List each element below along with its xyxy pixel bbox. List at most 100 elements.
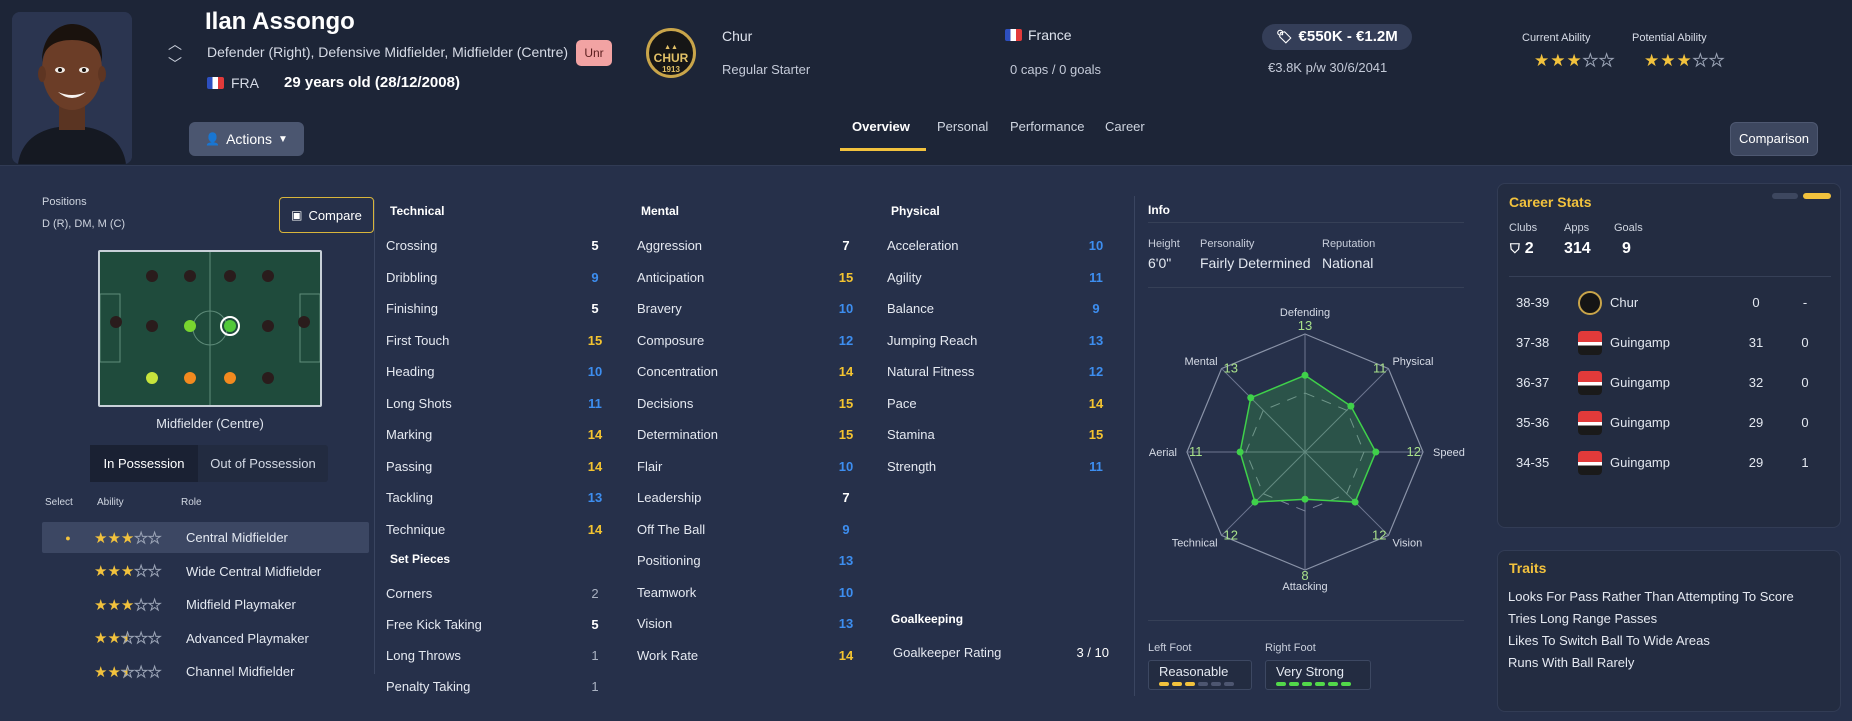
attribute-row[interactable]: Technique 14 (386, 514, 606, 546)
foot-bar-segment (1198, 682, 1208, 686)
attribute-row[interactable]: Pace 14 (887, 388, 1107, 420)
tab-performance[interactable]: Performance (1010, 119, 1084, 134)
career-row[interactable]: 37-38 Guingamp 31 0 (1516, 323, 1832, 363)
role-name: Wide Central Midfielder (186, 563, 322, 579)
mental-attributes: Aggression 7 Anticipation 15 Bravery 10 Compos… (637, 230, 857, 671)
attribute-value: 15 (838, 395, 854, 411)
radar-axis-value: 8 (1301, 568, 1308, 583)
attribute-row[interactable]: Leadership 7 (637, 482, 857, 514)
career-row[interactable]: 35-36 Guingamp 29 0 (1516, 403, 1832, 443)
attribute-value: 7 (842, 238, 850, 254)
attribute-row[interactable]: Balance 9 (887, 293, 1107, 325)
attribute-name: Bravery (637, 301, 682, 317)
prev-player-chevron-up-icon[interactable]: ︿ (168, 34, 182, 54)
role-row[interactable]: ★★★★★ Advanced Playmaker (42, 623, 369, 654)
attribute-row[interactable]: Aggression 7 (637, 230, 857, 262)
next-player-chevron-down-icon[interactable]: ﹀ (168, 54, 182, 74)
apps: 32 (1748, 375, 1764, 390)
attribute-value: 15 (838, 427, 854, 443)
attribute-row[interactable]: Tackling 13 (386, 482, 606, 514)
price-tag-icon: 🏷 (1276, 29, 1293, 44)
attribute-value: 9 (1092, 301, 1100, 317)
attribute-name: Decisions (637, 395, 694, 411)
player-age: 29 years old (28/12/2008) (284, 74, 460, 91)
attribute-row[interactable]: Flair 10 (637, 451, 857, 483)
attribute-row[interactable]: Anticipation 15 (637, 262, 857, 294)
country-link[interactable]: France (1005, 27, 1072, 43)
career-row[interactable]: 38-39 Chur 0 - (1516, 283, 1832, 323)
role-row[interactable]: ● ★★★★★ Central Midfielder (42, 522, 369, 553)
attribute-row[interactable]: Long Throws 1 (386, 640, 606, 671)
attribute-row[interactable]: Stamina 15 (887, 419, 1107, 451)
tab-personal[interactable]: Personal (937, 119, 988, 134)
foot-bar-segment (1289, 682, 1299, 686)
attribute-row[interactable]: Finishing 5 (386, 293, 606, 325)
club-badge-icon[interactable]: ▲▲ CHUR 1913 (646, 28, 696, 78)
attribute-row[interactable]: Corners 2 (386, 578, 606, 609)
role-row[interactable]: ★★★★★ Wide Central Midfielder (42, 556, 369, 587)
right-foot-bar (1276, 682, 1360, 686)
out-of-possession-tab[interactable]: Out of Possession (198, 445, 328, 482)
attribute-name: Crossing (386, 238, 438, 254)
radar-axis-value: 11 (1373, 361, 1387, 376)
attribute-row[interactable]: Penalty Taking 1 (386, 671, 606, 702)
career-row[interactable]: 34-35 Guingamp 29 1 (1516, 443, 1832, 483)
role-row[interactable]: ★★★★★ Midfield Playmaker (42, 589, 369, 620)
club-name[interactable]: Chur (722, 28, 752, 44)
radar-axis-label: Speed (1433, 447, 1465, 459)
attribute-value: 10 (838, 458, 854, 474)
radar-axis-label: Aerial (1149, 447, 1177, 459)
foot-bar-segment (1302, 682, 1312, 686)
page-indicator-active[interactable] (1803, 193, 1831, 199)
attribute-row[interactable]: Heading 10 (386, 356, 606, 388)
radar-axis-value: 12 (1407, 444, 1421, 459)
attribute-row[interactable]: Determination 15 (637, 419, 857, 451)
attribute-value: 11 (588, 395, 602, 411)
left-foot-bar (1159, 682, 1241, 686)
club-name: Guingamp (1610, 375, 1670, 390)
attribute-row[interactable]: Strength 11 (887, 451, 1107, 483)
pitch-caption: Midfielder (Centre) (156, 416, 264, 431)
attribute-row[interactable]: Concentration 14 (637, 356, 857, 388)
trait-item: Tries Long Range Passes (1508, 611, 1658, 626)
attribute-row[interactable]: Passing 14 (386, 451, 606, 483)
potential-ability-stars: ★★★★★ (1644, 51, 1726, 71)
france-flag-icon (207, 76, 224, 89)
select-dot-icon[interactable]: ● (42, 533, 94, 543)
attribute-row[interactable]: Composure 12 (637, 325, 857, 357)
attribute-row[interactable]: Dribbling 9 (386, 262, 606, 294)
attribute-row[interactable]: Acceleration 10 (887, 230, 1107, 262)
attribute-row[interactable]: Bravery 10 (637, 293, 857, 325)
attribute-row[interactable]: Long Shots 11 (386, 388, 606, 420)
attribute-row[interactable]: Crossing 5 (386, 230, 606, 262)
attribute-row[interactable]: Decisions 15 (637, 388, 857, 420)
tab-career[interactable]: Career (1105, 119, 1145, 134)
attribute-row[interactable]: Jumping Reach 13 (887, 325, 1107, 357)
goalkeeper-rating-row[interactable]: Goalkeeper Rating 3 / 10 (893, 637, 1109, 668)
attribute-row[interactable]: Marking 14 (386, 419, 606, 451)
comparison-button[interactable]: Comparison (1730, 122, 1818, 156)
actions-button[interactable]: 👤 Actions ▼ (189, 122, 304, 156)
trait-item: Looks For Pass Rather Than Attempting To… (1508, 589, 1794, 604)
attribute-row[interactable]: Teamwork 10 (637, 577, 857, 609)
attribute-row[interactable]: Off The Ball 9 (637, 514, 857, 546)
attribute-name: Long Shots (386, 395, 452, 411)
attribute-row[interactable]: Natural Fitness 12 (887, 356, 1107, 388)
in-possession-tab[interactable]: In Possession (90, 445, 198, 482)
tab-overview[interactable]: Overview (852, 119, 910, 134)
attribute-row[interactable]: Vision 13 (637, 608, 857, 640)
club-name: Chur (1610, 295, 1639, 310)
club-badge-year: 1913 (662, 65, 680, 74)
attribute-row[interactable]: Agility 11 (887, 262, 1107, 294)
page-indicator[interactable] (1772, 193, 1798, 199)
attribute-row[interactable]: First Touch 15 (386, 325, 606, 357)
attribute-name: Concentration (637, 364, 718, 380)
compare-button[interactable]: ▣ Compare (279, 197, 374, 233)
attribute-name: Corners (386, 586, 433, 601)
attribute-row[interactable]: Positioning 13 (637, 545, 857, 577)
right-foot-value: Very Strong (1276, 664, 1344, 679)
role-row[interactable]: ★★★★★ Channel Midfielder (42, 656, 369, 687)
attribute-row[interactable]: Work Rate 14 (637, 640, 857, 672)
attribute-row[interactable]: Free Kick Taking 5 (386, 609, 606, 640)
career-row[interactable]: 36-37 Guingamp 32 0 (1516, 363, 1832, 403)
